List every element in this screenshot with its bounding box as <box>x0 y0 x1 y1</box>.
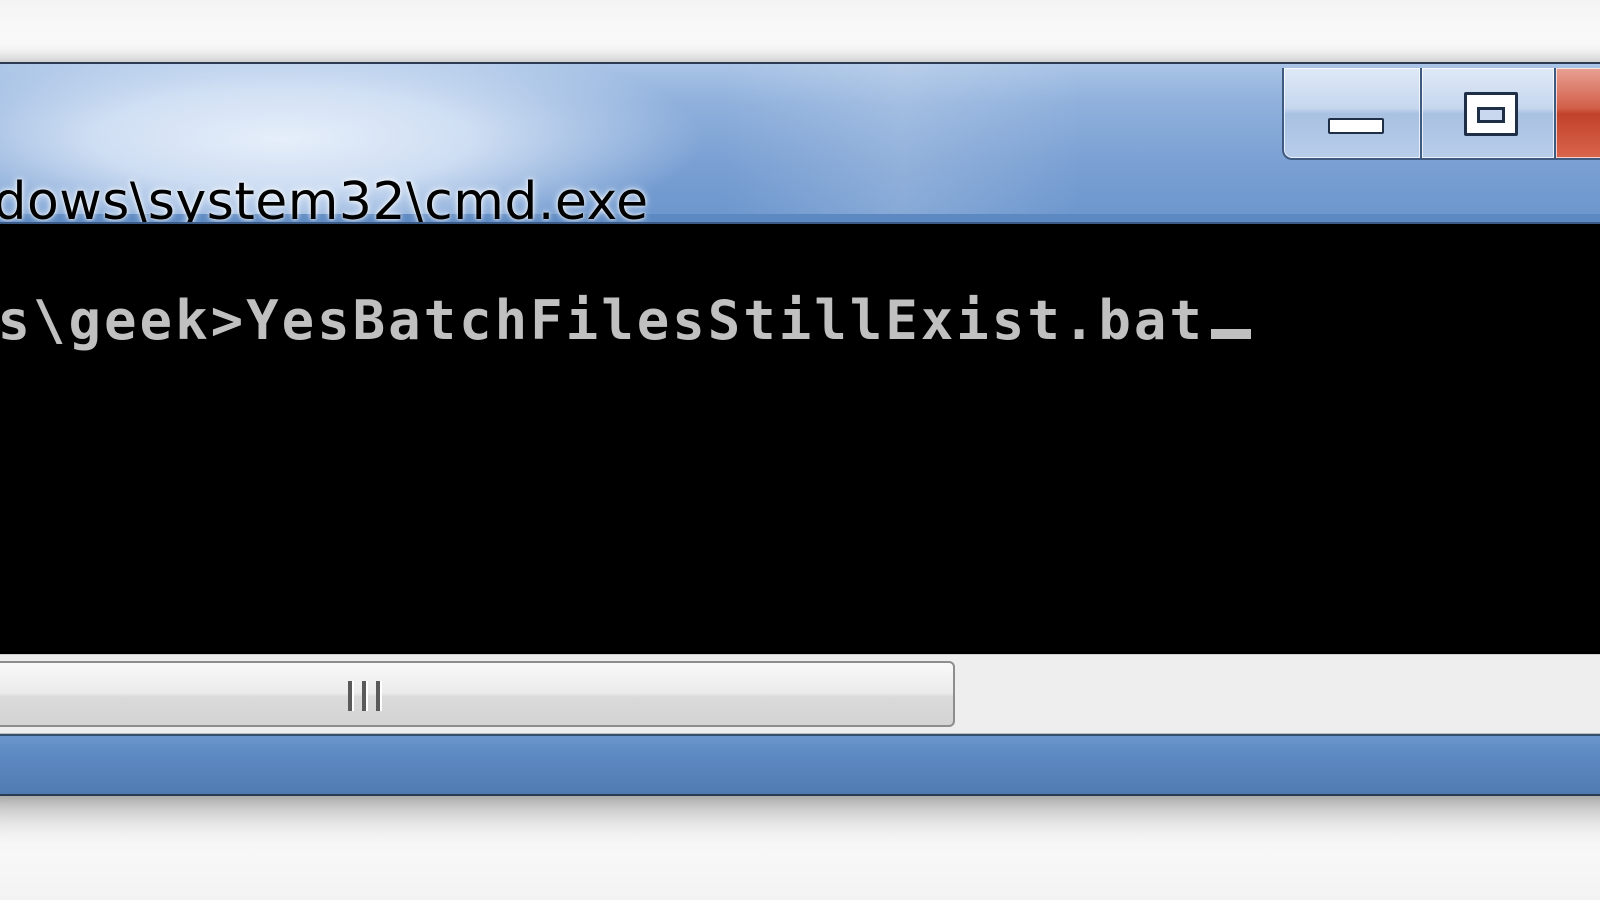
horizontal-scrollbar[interactable] <box>0 654 1600 734</box>
minimize-button[interactable] <box>1282 68 1422 160</box>
title-bar[interactable]: ndows\system32\cmd.exe <box>0 64 1600 232</box>
text-cursor <box>1210 329 1251 339</box>
caption-buttons <box>1282 68 1600 160</box>
window-bottom-frame <box>0 734 1600 794</box>
title-bar-glare <box>722 64 1082 214</box>
scrollbar-thumb[interactable] <box>0 661 955 727</box>
command-prompt-line: rs\geek>YesBatchFilesStillExist.bat <box>0 288 1251 354</box>
minimize-icon <box>1328 118 1384 134</box>
cmd-window: ndows\system32\cmd.exe rs\geek>YesBatchF… <box>0 62 1600 796</box>
console-area[interactable]: rs\geek>YesBatchFilesStillExist.bat <box>0 222 1600 656</box>
maximize-button[interactable] <box>1420 68 1556 160</box>
command-text: rs\geek>YesBatchFilesStillExist.bat <box>0 289 1205 352</box>
maximize-icon <box>1464 92 1518 136</box>
grip-lines-icon <box>348 681 392 713</box>
desktop-background: ndows\system32\cmd.exe rs\geek>YesBatchF… <box>0 0 1600 900</box>
close-button[interactable] <box>1554 68 1600 160</box>
